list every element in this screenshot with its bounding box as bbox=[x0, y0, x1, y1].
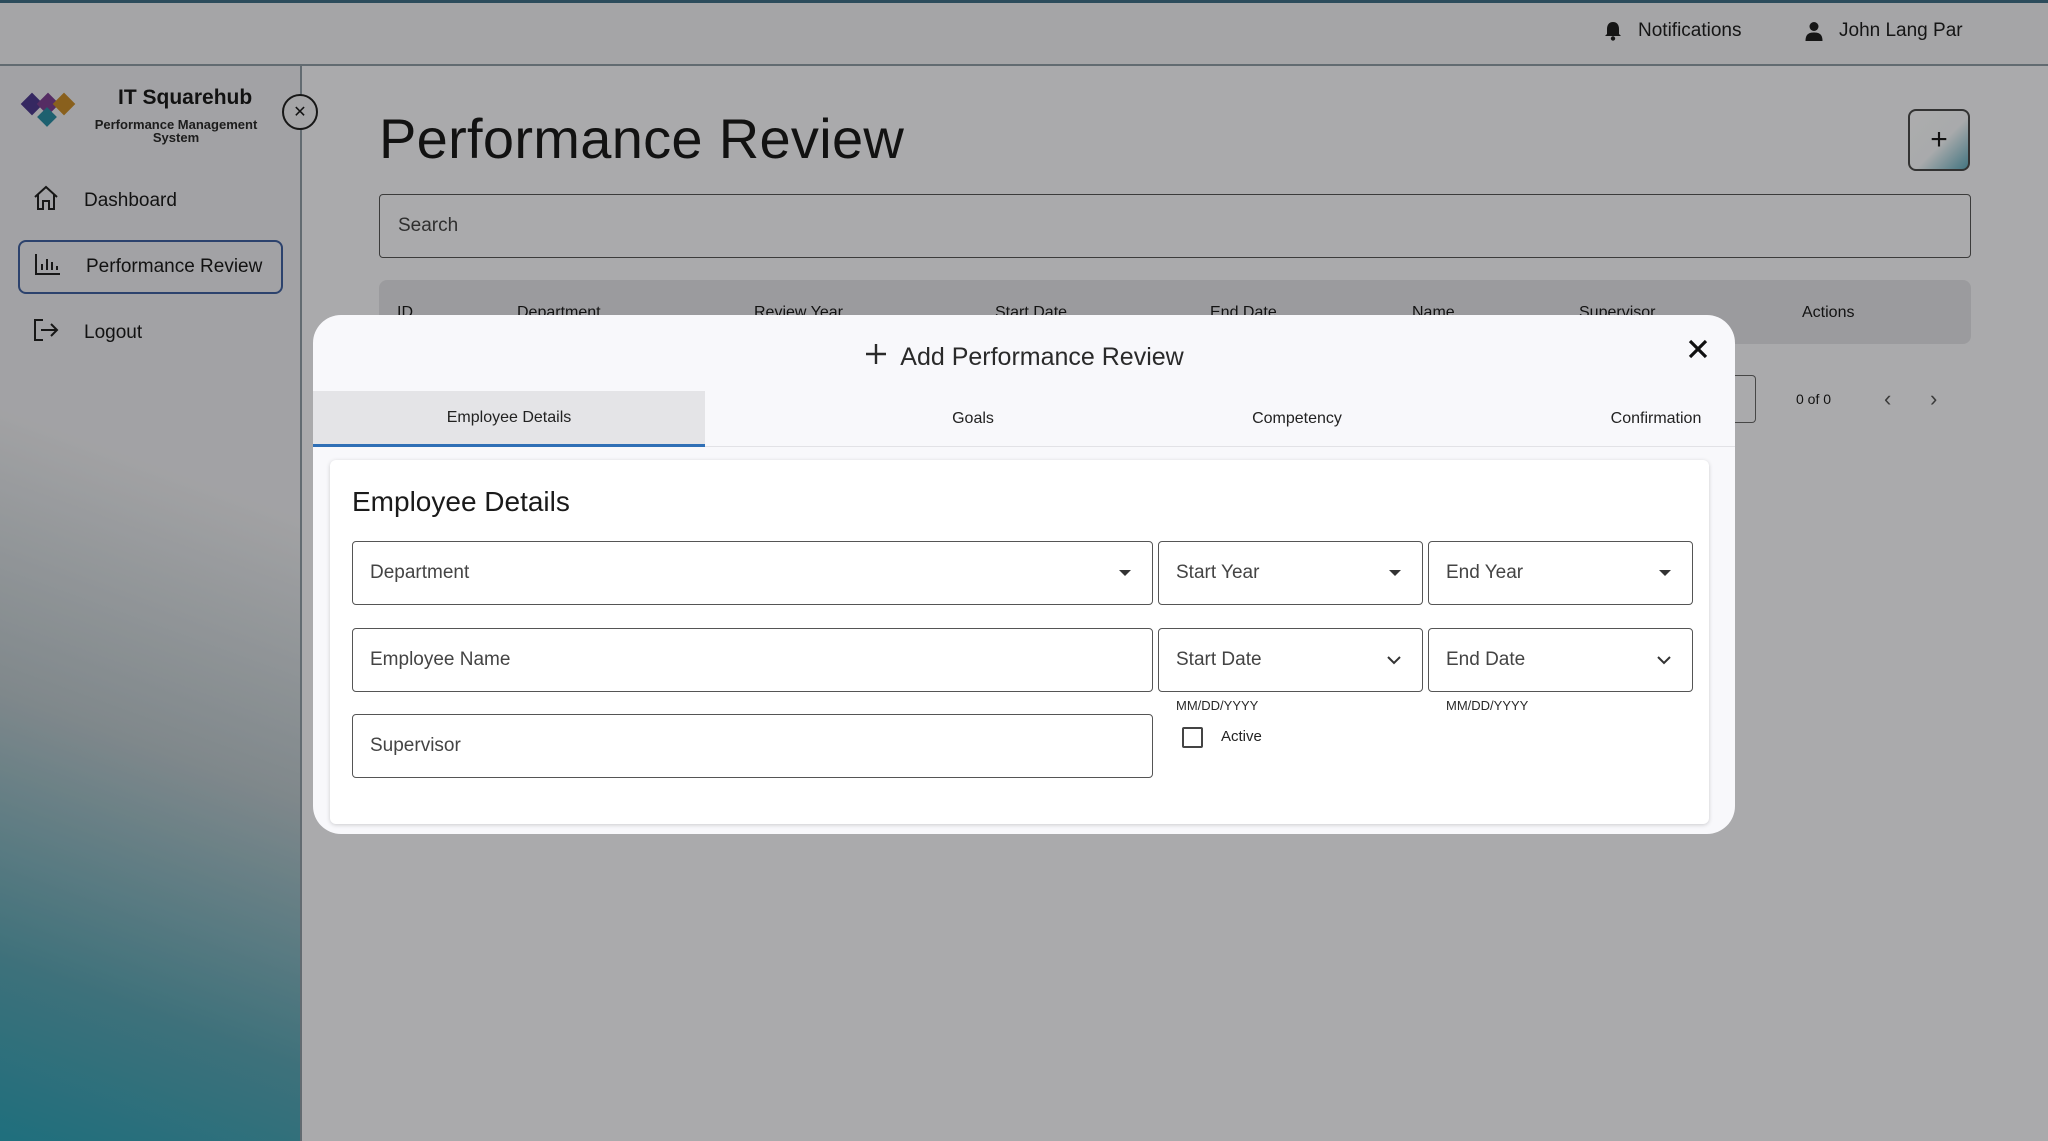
dropdown-arrow-icon bbox=[1658, 564, 1672, 588]
end-date-picker[interactable]: End Date bbox=[1428, 628, 1693, 692]
end-year-label: End Year bbox=[1446, 562, 1524, 583]
start-date-format-hint: MM/DD/YYYY bbox=[1176, 698, 1259, 713]
dropdown-arrow-icon bbox=[1118, 564, 1132, 588]
chevron-down-icon bbox=[1386, 651, 1402, 675]
start-date-picker[interactable]: Start Date bbox=[1158, 628, 1423, 692]
department-label: Department bbox=[370, 562, 470, 583]
close-icon bbox=[1688, 333, 1708, 367]
add-review-dialog: Add Performance Review Employee Details … bbox=[313, 315, 1735, 834]
dialog-tabs: Employee Details Goals Competency Confir… bbox=[313, 391, 1735, 447]
plus-icon bbox=[864, 342, 888, 373]
start-year-label: Start Year bbox=[1176, 562, 1260, 583]
department-select[interactable]: Department bbox=[352, 541, 1153, 605]
tab-employee-details[interactable]: Employee Details bbox=[313, 391, 705, 447]
start-date-label: Start Date bbox=[1176, 649, 1262, 670]
end-date-label: End Date bbox=[1446, 649, 1526, 670]
dialog-title: Add Performance Review bbox=[313, 342, 1735, 373]
dialog-title-text: Add Performance Review bbox=[900, 343, 1184, 371]
tab-goals[interactable]: Goals bbox=[848, 391, 1098, 447]
employee-name-field[interactable]: Employee Name bbox=[352, 628, 1153, 692]
dropdown-arrow-icon bbox=[1388, 564, 1402, 588]
end-date-format-hint: MM/DD/YYYY bbox=[1446, 698, 1529, 713]
end-year-select[interactable]: End Year bbox=[1428, 541, 1693, 605]
employee-details-card: Employee Details Department Start Year E… bbox=[330, 460, 1709, 824]
employee-name-label: Employee Name bbox=[370, 649, 511, 670]
close-dialog-button[interactable] bbox=[1683, 335, 1713, 365]
tab-competency[interactable]: Competency bbox=[1172, 391, 1422, 447]
tab-confirmation[interactable]: Confirmation bbox=[1531, 391, 1735, 447]
start-year-select[interactable]: Start Year bbox=[1158, 541, 1423, 605]
supervisor-field[interactable]: Supervisor bbox=[352, 714, 1153, 778]
chevron-down-icon bbox=[1656, 651, 1672, 675]
active-checkbox[interactable] bbox=[1182, 727, 1203, 748]
section-title: Employee Details bbox=[352, 486, 570, 517]
supervisor-label: Supervisor bbox=[370, 735, 461, 756]
active-label: Active bbox=[1221, 728, 1262, 745]
